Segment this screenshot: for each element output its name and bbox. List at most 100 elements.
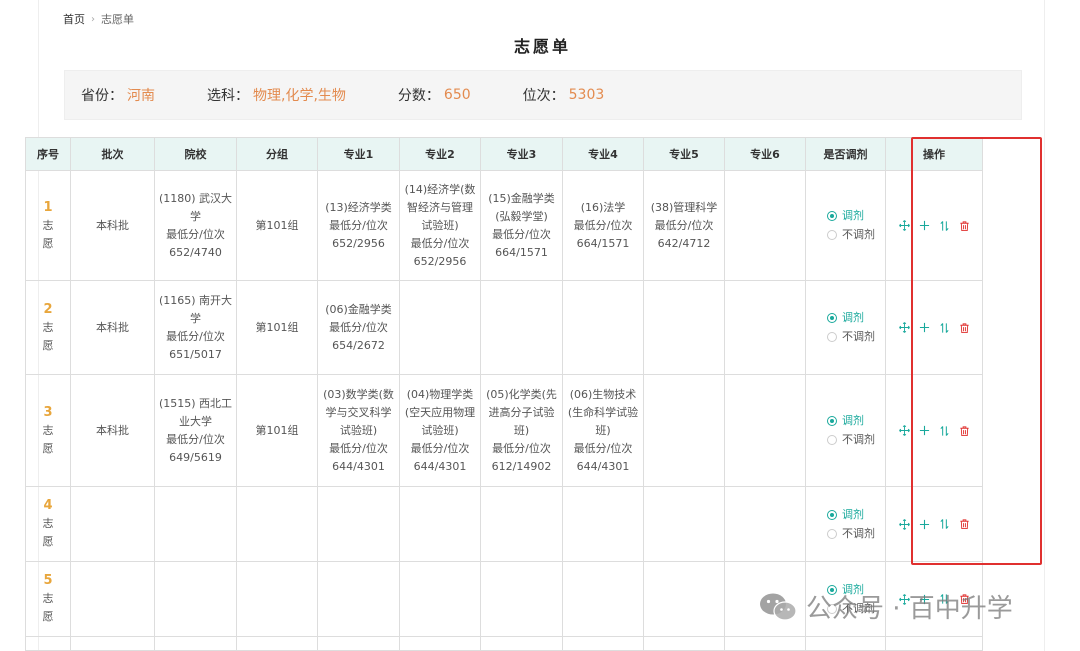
table-row: 3 志愿本科批 (1515) 西北工 业大学 最低分/位次 649/5619 第101组 (0… [25, 374, 983, 487]
school-cell [154, 561, 237, 637]
subjects-label: 选科： [207, 88, 249, 104]
major-cell-line: 最低分/位次 [410, 236, 470, 250]
adjust-no-radio[interactable]: 不调剂 [827, 525, 875, 543]
school-cell-line: 最低分/位次 [166, 329, 225, 343]
major-cell-line: (03)数学类(数 [323, 387, 394, 401]
school-cell-line: 652/4740 [169, 245, 222, 259]
major-cell: (15)金融学类 (弘毅学堂) 最低分/位次 664/1571 [480, 170, 563, 281]
adjust-cell: 调剂 不调剂 [805, 280, 886, 375]
empty-cell [70, 636, 155, 651]
school-cell [154, 486, 237, 562]
major-cell-line: 进高分子试验 [488, 405, 555, 419]
major-cell [480, 486, 563, 562]
radio-dot[interactable] [827, 528, 837, 539]
major-cell [399, 561, 481, 637]
index-label: 志 [42, 423, 54, 437]
move-icon[interactable] [898, 321, 911, 334]
radio-dot[interactable] [827, 416, 837, 426]
empty-cell [317, 636, 400, 651]
header-cell: 专业3 [480, 137, 563, 171]
major-cell-line: 智经济与管理 [407, 200, 473, 214]
empty-cell [805, 636, 886, 651]
sort-icon[interactable] [938, 518, 951, 531]
table-row [25, 636, 983, 651]
header-cell: 分组 [236, 137, 318, 171]
major-cell [643, 280, 725, 375]
radio-dot[interactable] [827, 230, 837, 240]
delete-icon[interactable] [958, 219, 971, 232]
adjust-yes-radio[interactable]: 调剂 [827, 412, 864, 430]
sort-icon[interactable] [938, 219, 951, 232]
index-number: 5 [43, 573, 53, 588]
add-icon[interactable] [918, 424, 931, 437]
major-cell: (06)生物技术 (生命科学试验 班) 最低分/位次 644/4301 [562, 374, 644, 487]
radio-dot[interactable] [827, 332, 837, 342]
breadcrumb-home[interactable]: 首页 [63, 11, 85, 27]
major-cell [480, 561, 563, 637]
radio-dot[interactable] [827, 313, 837, 323]
header-cell: 批次 [70, 137, 155, 171]
radio-dot[interactable] [827, 211, 837, 221]
sort-icon[interactable] [938, 424, 951, 437]
empty-cell [236, 636, 318, 651]
adjust-no-radio[interactable]: 不调剂 [827, 328, 875, 346]
major-cell-line: 最低分/位次 [329, 320, 388, 334]
school-cell-line: 649/5619 [169, 450, 222, 464]
table-header-row: 序号 批次 院校 分组 专业1 专业2 专业3 专业4 专业5 专业6 是否调剂… [25, 137, 983, 171]
adjust-no-radio[interactable]: 不调剂 [827, 431, 875, 449]
radio-dot[interactable] [827, 509, 837, 520]
table-row: 4 志愿 调剂 不调剂 [25, 486, 983, 562]
school-cell: (1165) 南开大学最低分/位次 651/5017 [154, 280, 237, 375]
major-cell: (38)管理科学 最低分/位次 642/4712 [643, 170, 725, 281]
header-cell: 专业2 [399, 137, 481, 171]
major-cell-line: (05)化学类(先 [486, 387, 557, 401]
empty-cell [724, 636, 806, 651]
major-cell-line: 644/4301 [576, 459, 630, 473]
index-label: 愿 [42, 535, 54, 548]
index-label: 愿 [42, 441, 54, 455]
delete-icon[interactable] [958, 321, 971, 334]
header-cell: 是否调剂 [805, 137, 886, 171]
move-icon[interactable] [898, 424, 911, 437]
adjust-no-radio[interactable]: 不调剂 [827, 226, 875, 244]
major-cell-line: 654/2672 [332, 338, 385, 352]
delete-icon[interactable] [958, 424, 971, 437]
move-icon[interactable] [898, 518, 911, 531]
group-cell [236, 486, 318, 562]
major-cell [724, 280, 806, 375]
rank-value: 5303 [568, 87, 605, 103]
index-label: 志 [42, 517, 54, 530]
adjust-yes-radio[interactable]: 调剂 [827, 506, 864, 524]
add-icon[interactable] [918, 518, 931, 531]
adjust-yes-radio[interactable]: 调剂 [827, 309, 864, 327]
group-cell [236, 561, 318, 637]
sort-icon[interactable] [938, 321, 951, 334]
province-label: 省份： [81, 88, 123, 104]
school-cell-line: 最低分/位次 [166, 227, 225, 241]
radio-dot[interactable] [827, 435, 837, 445]
add-icon[interactable] [918, 321, 931, 334]
actions-cell [885, 170, 983, 281]
school-cell: (1180) 武汉大学最低分/位次 652/4740 [154, 170, 237, 281]
major-cell-line: (16)法学 [580, 200, 626, 214]
batch-cell: 本科批 [70, 280, 155, 375]
subjects-value: 物理,化学,生物 [253, 88, 346, 104]
major-cell [562, 280, 644, 375]
header-cell: 专业1 [317, 137, 400, 171]
major-cell [562, 486, 644, 562]
header-cell: 专业4 [562, 137, 644, 171]
index-cell: 5 志愿 [25, 561, 71, 637]
adjust-yes-radio[interactable]: 调剂 [827, 207, 864, 225]
adjust-no-label: 不调剂 [842, 526, 875, 540]
move-icon[interactable] [898, 219, 911, 232]
add-icon[interactable] [918, 219, 931, 232]
delete-icon[interactable] [958, 518, 971, 531]
group-cell: 第101组 [236, 170, 318, 281]
school-cell-line: (1515) 西北工 [158, 396, 233, 410]
major-cell-line: 最低分/位次 [492, 441, 551, 455]
major-cell-line: (14)经济学(数 [404, 182, 476, 196]
major-cell-line: 最低分/位次 [329, 441, 388, 455]
candidate-info-bar: 省份： 河南 选科： 物理,化学,生物 分数： 650 位次： 5303 [64, 70, 1022, 120]
header-cell: 院校 [154, 137, 237, 171]
major-cell-line: 612/14902 [491, 459, 552, 473]
